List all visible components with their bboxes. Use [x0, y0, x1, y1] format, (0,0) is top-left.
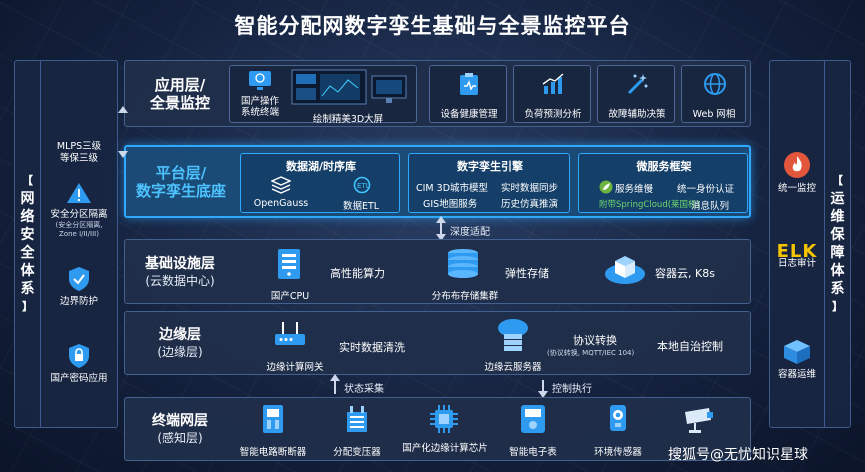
vlabel-char: 体 — [20, 263, 35, 279]
vlabel-char: 维 — [830, 209, 845, 225]
edge-gateway-router-icon — [275, 322, 305, 345]
terminal-label: 国产操作 系统终端 — [240, 96, 280, 118]
vlabel-char: 网 — [20, 191, 35, 207]
log-audit-item: ELK 日志审计 — [770, 241, 824, 270]
vlabel-char: 系 — [20, 281, 35, 297]
crypto-item: 国产密码应用 — [41, 343, 117, 385]
layer-name: 边缘层 (边缘层) — [157, 327, 203, 359]
clipboard-health-icon — [460, 73, 478, 95]
boundary-protection-item: 边界防护 — [41, 266, 117, 308]
microservice-box: 微服务框架 服务维慢 统一身份认证 附带SpringCloud(莱国标) 消息队… — [578, 153, 748, 213]
vlabel-char: 系 — [830, 281, 845, 297]
app-web-portal: Web 网相 — [681, 65, 746, 123]
datalake-box: 数据湖/时序库 ETL OpenGauss 数据ETL — [240, 153, 400, 213]
vlabel-char: 安 — [20, 227, 35, 243]
vertical-link-arrow — [118, 106, 128, 158]
warning-triangle-icon — [67, 183, 91, 203]
container-cube-icon — [784, 340, 810, 364]
server-cpu-icon — [278, 249, 300, 279]
state-collect-arrow — [330, 374, 340, 394]
edge-chip-icon — [430, 405, 458, 433]
circuit-breaker-icon — [263, 405, 283, 433]
magic-wand-icon — [627, 74, 648, 95]
twin-engine-box: 数字孪生引擎 CIM 3D城市模型 实时数据同步 GIS地图服务 历史仿真推演 — [408, 153, 570, 213]
control-exec-label: 控制执行 — [552, 384, 592, 395]
etl-icon: ETL — [353, 176, 371, 194]
monitor-icon — [249, 71, 271, 90]
network-security-label: 【 网 络 安 全 体 系 】 — [15, 61, 41, 427]
globe-icon — [704, 73, 726, 95]
terminal-screen-box: 国产操作 系统终端 绘制精美3D大屏 — [229, 65, 417, 125]
platform-layer: 平台层/ 数字孪生底座 数据湖/时序库 ETL OpenGauss 数据ETL … — [124, 145, 751, 218]
vlabel-char: 运 — [830, 191, 845, 207]
transformer-icon — [347, 406, 367, 432]
vlabel-char: 保 — [830, 227, 845, 243]
layer-name: 平台层/ 数字孪生底座 — [135, 163, 226, 200]
flame-gauge-icon — [784, 152, 810, 178]
edge-cloud-server-icon — [498, 319, 528, 351]
cloud-cube-icon — [605, 256, 645, 284]
ops-assurance-panel: 【 运 维 保 障 体 系 】 统一监控 ELK 日志审计 容器运维 — [769, 60, 851, 428]
spring-leaf-icon — [599, 180, 613, 194]
smart-meter-icon — [521, 405, 545, 433]
zone-isolation-item: 安全分区隔离 (安全分区隔离, Zone I/II/III) — [41, 181, 117, 239]
unified-monitor-item: 统一监控 — [770, 151, 824, 195]
app-load-forecast: 负荷预测分析 — [513, 65, 591, 123]
layer-name: 终端网层 (感知层) — [152, 413, 208, 445]
container-ops-item: 容器运维 — [770, 339, 824, 381]
elk-logo: ELK — [776, 241, 818, 262]
state-collect-label: 状态采集 — [344, 384, 384, 395]
ops-assurance-label: 【 运 维 保 障 体 系 】 — [824, 61, 850, 427]
mlps-item: MLPS三级 等保三级 — [56, 141, 102, 164]
3d-screen-label: 绘制精美3D大屏 — [312, 114, 384, 125]
bar-chart-icon — [542, 73, 564, 94]
layer-name: 应用层/ 全景监控 — [149, 75, 210, 112]
vlabel-char: 障 — [830, 245, 845, 261]
app-device-health: 设备健康管理 — [429, 65, 507, 123]
vlabel-char: 络 — [20, 209, 35, 225]
infrastructure-layer: 基础设施层 (云数据中心) 国产CPU 高性能算力 分布布存储集群 弹性存储 容… — [124, 239, 751, 304]
shield-icon — [69, 267, 89, 291]
network-security-panel: 【 网 络 安 全 体 系 】 MLPS三级 等保三级 安全分区隔离 (安全分区… — [14, 60, 118, 428]
cctv-camera-icon — [685, 408, 713, 433]
depth-adapt-label: 深度适配 — [450, 227, 490, 238]
depth-adapt-arrow — [436, 216, 446, 241]
watermark: 搜狐号@无忧知识星球 — [668, 447, 808, 463]
database-cluster-icon — [448, 249, 478, 278]
control-exec-arrow — [538, 380, 548, 398]
environment-sensor-icon — [610, 405, 626, 431]
layer-name: 基础设施层 (云数据中心) — [145, 255, 215, 288]
lock-icon — [69, 344, 89, 368]
layers-stack-icon — [271, 176, 291, 194]
application-layer: 应用层/ 全景监控 国产操作 系统终端 绘制精美3D大屏 设备健康管理 负荷预测… — [124, 60, 751, 127]
vlabel-char: 体 — [830, 263, 845, 279]
svg-text:ETL: ETL — [357, 182, 370, 190]
edge-layer: 边缘层 (边缘层) 边缘计算网关 实时数据清洗 边缘云服务器 协议转换 (协议转… — [124, 311, 751, 375]
page-title: 智能分配网数字孪生基础与全景监控平台 — [234, 14, 631, 38]
vlabel-char: 全 — [20, 245, 35, 261]
terminal-layer: 终端网层 (感知层) 智能电路断断器 分配变压器 国产化边缘计算芯片 智能电子表… — [124, 397, 751, 461]
3d-dashboard-screens-icon — [291, 69, 407, 105]
app-fault-decision: 故障辅助决策 — [597, 65, 675, 123]
